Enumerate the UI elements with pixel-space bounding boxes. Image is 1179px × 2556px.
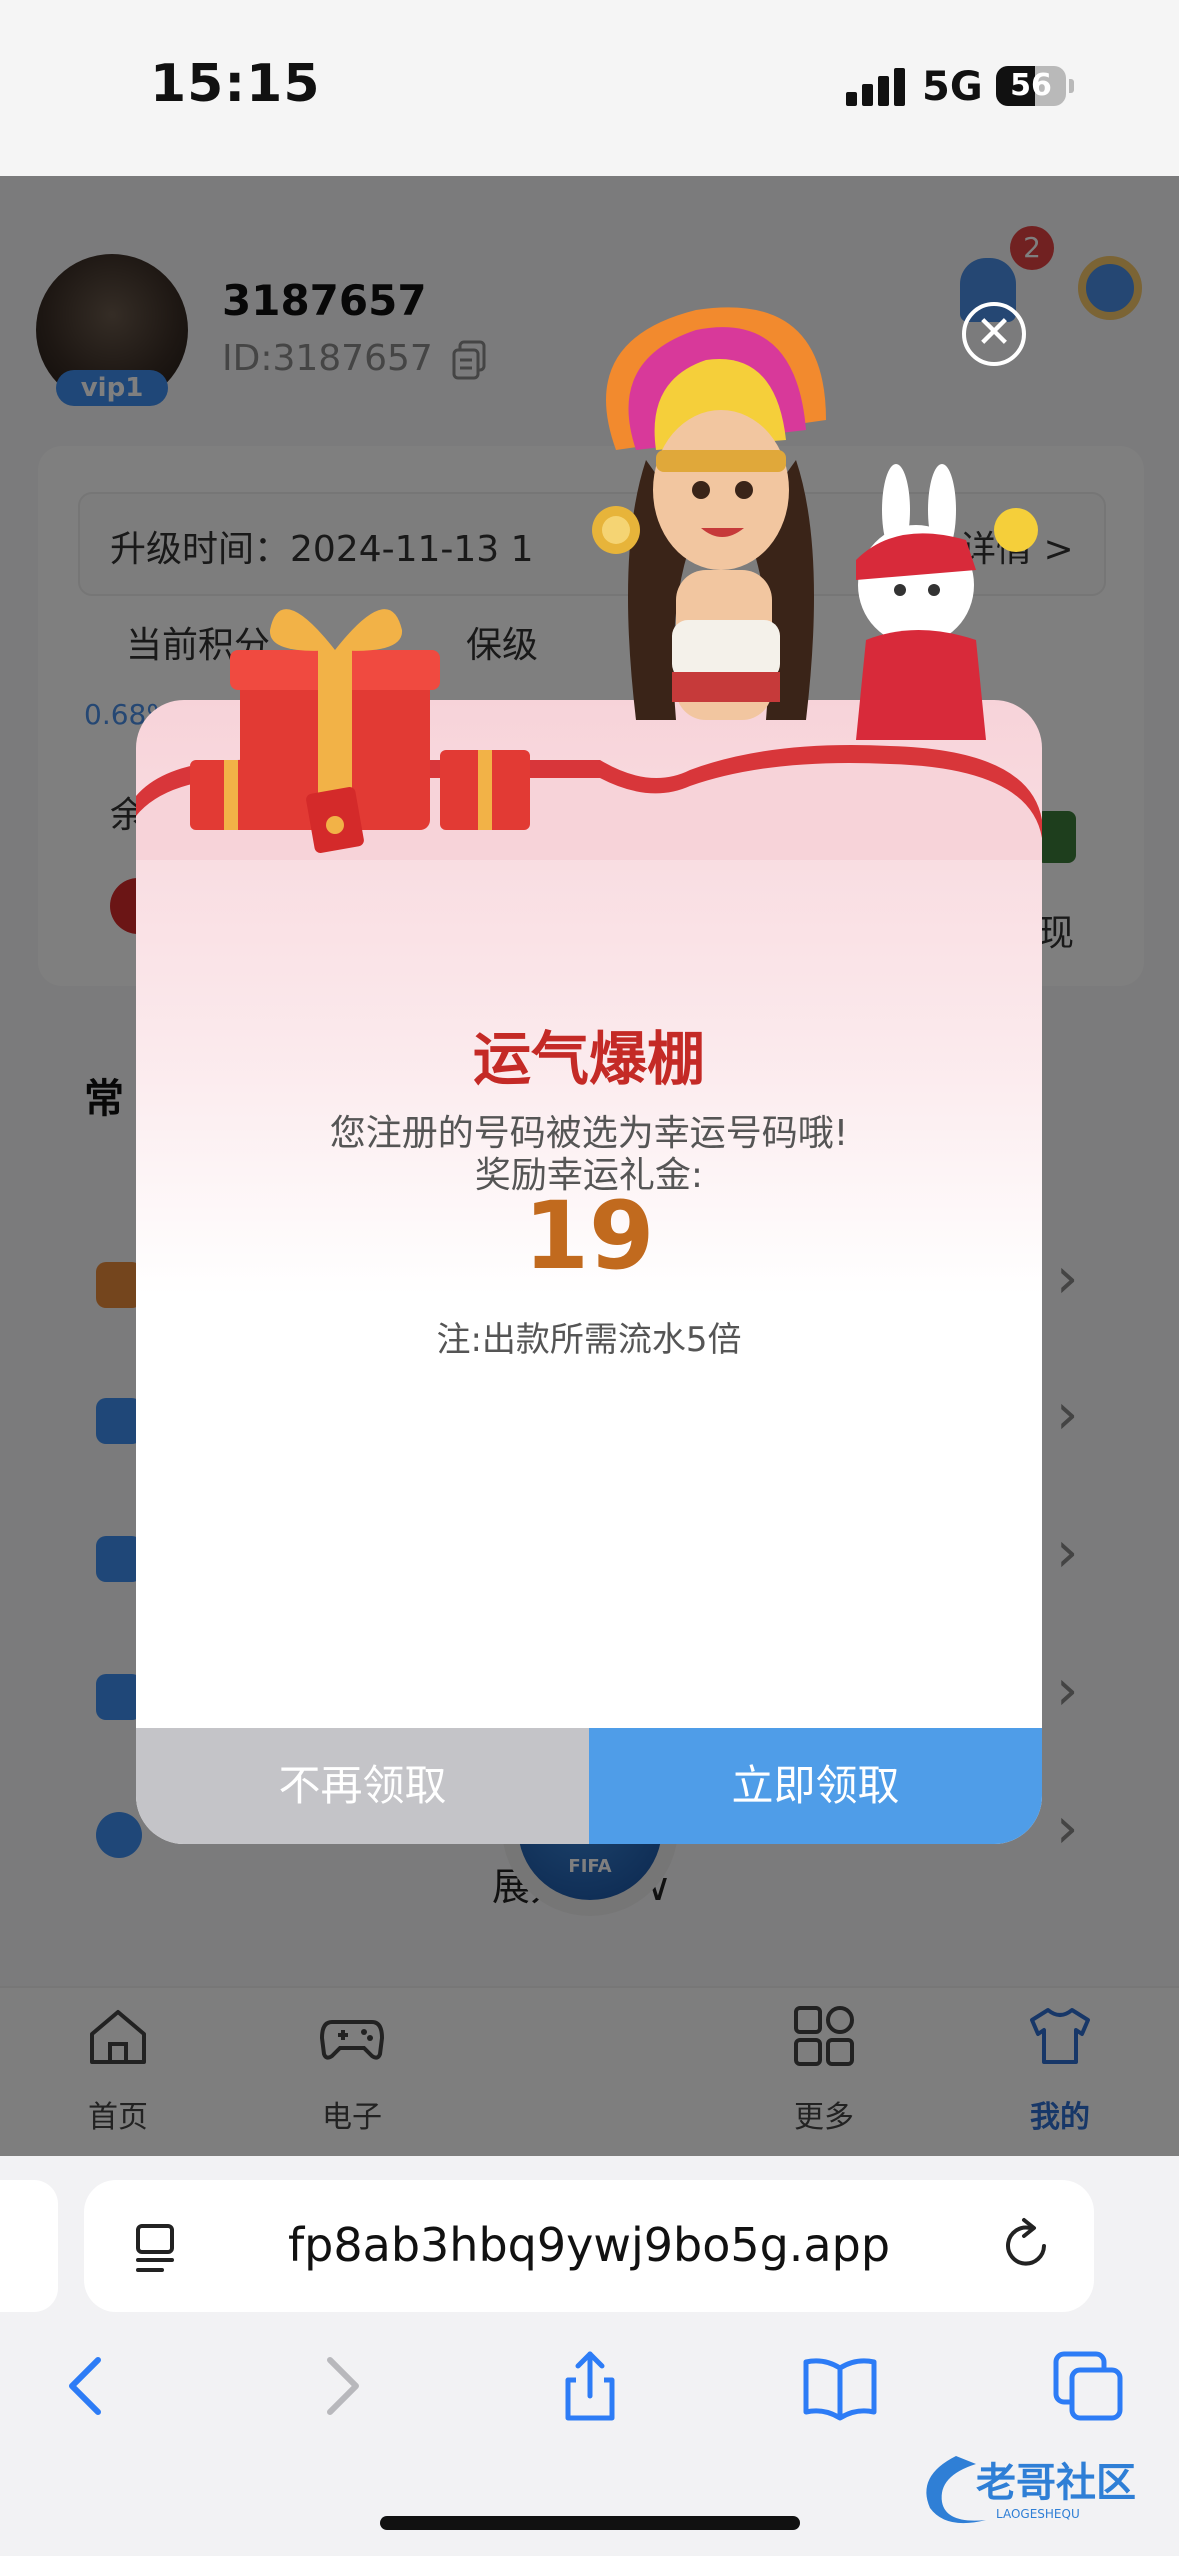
bookmarks-icon[interactable]: [800, 2346, 880, 2426]
mascot-illustration: [592, 307, 1038, 740]
network-label: 5G: [922, 64, 983, 110]
decline-button[interactable]: 不再领取: [136, 1728, 589, 1844]
watermark-logo: 老哥社区 LAOGESHEQU: [926, 2456, 1136, 2524]
claim-button[interactable]: 立即领取: [589, 1728, 1042, 1844]
battery-level: 56: [1010, 68, 1052, 103]
svg-text:老哥社区: 老哥社区: [976, 2460, 1136, 2506]
home-indicator: [380, 2516, 800, 2530]
tabs-icon[interactable]: [1048, 2346, 1128, 2426]
battery-icon: 56: [996, 66, 1074, 106]
forward-icon[interactable]: [300, 2346, 380, 2426]
signal-icon: [846, 66, 906, 106]
status-time: 15:15: [150, 54, 321, 114]
previous-tab-preview[interactable]: [0, 2180, 58, 2312]
back-icon[interactable]: [48, 2346, 128, 2426]
share-icon[interactable]: [550, 2346, 630, 2426]
reward-amount: 19: [523, 1182, 655, 1291]
reload-icon[interactable]: [1000, 2216, 1056, 2276]
svg-text:LAOGESHEQU: LAOGESHEQU: [996, 2507, 1080, 2521]
url-text[interactable]: fp8ab3hbq9ywj9bo5g.app: [84, 2218, 1094, 2272]
wagering-note: 注:出款所需流水5倍: [436, 1320, 742, 1360]
modal-title: 运气爆棚: [472, 1027, 705, 1092]
close-icon[interactable]: ✕: [962, 302, 1026, 366]
